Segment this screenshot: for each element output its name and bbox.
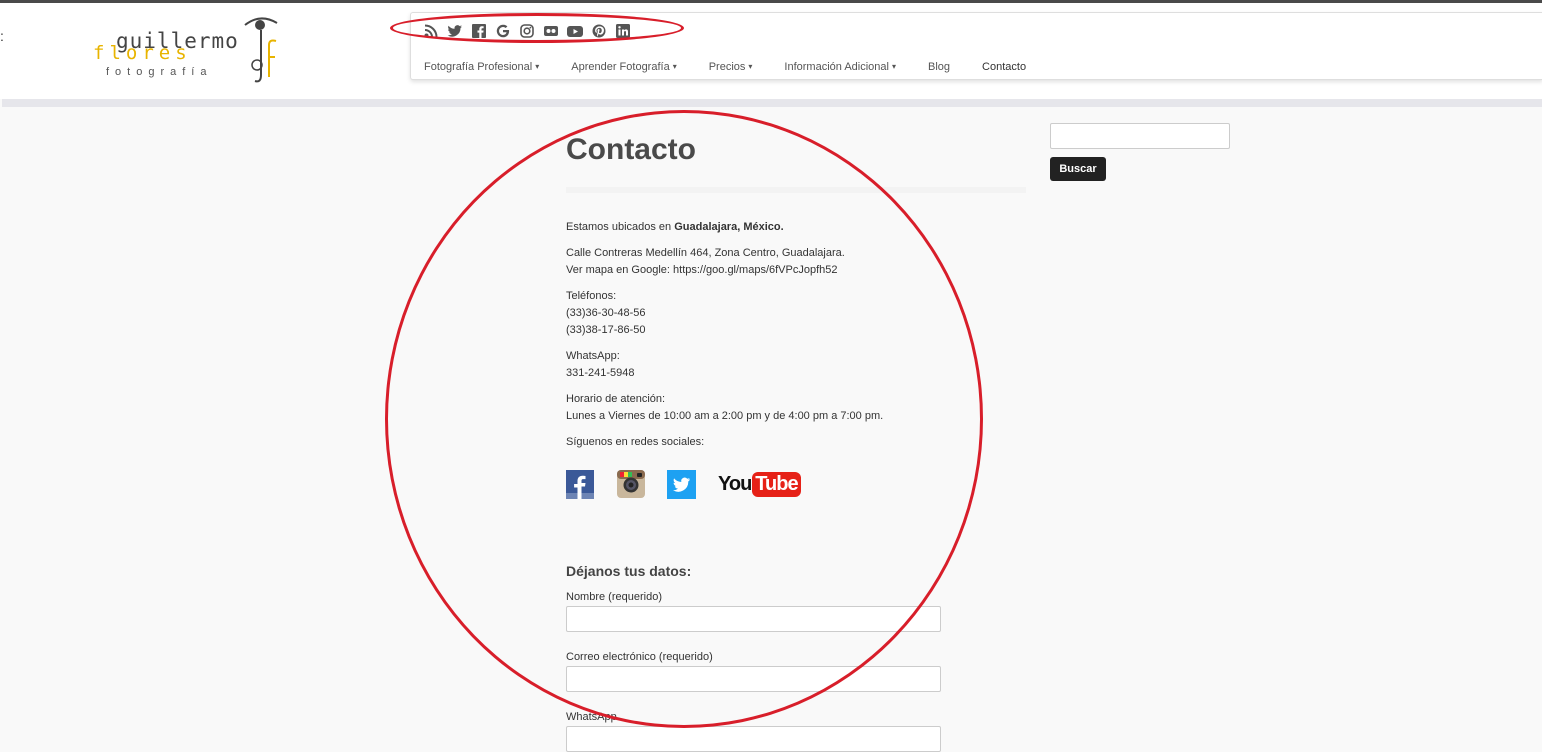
logo-eye-icon bbox=[244, 17, 278, 83]
whatsapp-field-label: WhatsApp bbox=[566, 711, 617, 723]
nav-menu: Fotografía Profesional ▾ Aprender Fotogra… bbox=[411, 57, 1042, 77]
nav-item-blog[interactable]: Blog bbox=[912, 61, 966, 73]
chevron-down-icon: ▾ bbox=[672, 62, 677, 71]
whatsapp-block: WhatsApp: 331-241-5948 bbox=[566, 348, 635, 382]
youtube-icon[interactable]: You Tube bbox=[718, 470, 801, 498]
site-logo[interactable]: flores guillermo fotografía bbox=[88, 15, 288, 85]
map-link[interactable]: Ver mapa en Google: https://goo.gl/maps/… bbox=[566, 264, 838, 276]
phone-number: (33)38-17-86-50 bbox=[566, 324, 646, 336]
location-city: Guadalajara, México. bbox=[674, 221, 784, 233]
whatsapp-label: WhatsApp: bbox=[566, 350, 620, 362]
edge-mark: : bbox=[0, 28, 4, 44]
form-heading: Déjanos tus datos: bbox=[566, 563, 692, 579]
location-text: Estamos ubicados en Guadalajara, México. bbox=[566, 221, 784, 233]
nav-item-contacto[interactable]: Contacto bbox=[966, 61, 1042, 73]
search-button[interactable]: Buscar bbox=[1050, 157, 1106, 181]
chevron-down-icon: ▾ bbox=[891, 62, 896, 71]
chevron-down-icon: ▾ bbox=[535, 62, 540, 71]
nav-item-aprender-fotografia[interactable]: Aprender Fotografía ▾ bbox=[555, 61, 692, 73]
logo-line-fotografia: fotografía bbox=[106, 66, 213, 78]
hours-label: Horario de atención: bbox=[566, 393, 666, 405]
twitter-icon[interactable] bbox=[667, 470, 696, 499]
name-field[interactable] bbox=[566, 606, 941, 632]
phones-label: Teléfonos: bbox=[566, 290, 617, 302]
nav-item-informacion-adicional[interactable]: Información Adicional ▾ bbox=[768, 61, 912, 73]
name-label: Nombre (requerido) bbox=[566, 591, 662, 603]
address-block: Calle Contreras Medellín 464, Zona Centr… bbox=[566, 245, 845, 279]
phones-block: Teléfonos: (33)36-30-48-56 (33)38-17-86-50 bbox=[566, 288, 646, 339]
page-title: Contacto bbox=[566, 133, 696, 166]
follow-text: Síguenos en redes sociales: bbox=[566, 436, 705, 448]
nav-item-precios[interactable]: Precios ▾ bbox=[693, 61, 769, 73]
instagram-icon[interactable] bbox=[617, 470, 645, 498]
logo-line-guillermo: guillermo bbox=[116, 29, 239, 53]
email-label: Correo electrónico (requerido) bbox=[566, 651, 713, 663]
hours-block: Horario de atención: Lunes a Viernes de 1… bbox=[566, 391, 883, 425]
annotation-oval-social bbox=[390, 13, 684, 43]
address-text: Calle Contreras Medellín 464, Zona Centr… bbox=[566, 247, 845, 259]
chevron-down-icon: ▾ bbox=[748, 62, 753, 71]
whatsapp-field[interactable] bbox=[566, 726, 941, 752]
hours-text: Lunes a Viernes de 10:00 am a 2:00 pm y … bbox=[566, 410, 884, 422]
phone-number: (33)36-30-48-56 bbox=[566, 307, 646, 319]
header-divider bbox=[2, 99, 1542, 107]
nav-item-fotografia-profesional[interactable]: Fotografía Profesional ▾ bbox=[411, 61, 555, 73]
facebook-icon[interactable] bbox=[566, 470, 594, 499]
email-field[interactable] bbox=[566, 666, 941, 692]
search-input[interactable] bbox=[1050, 123, 1230, 149]
whatsapp-number: 331-241-5948 bbox=[566, 367, 635, 379]
title-divider bbox=[566, 187, 1026, 193]
